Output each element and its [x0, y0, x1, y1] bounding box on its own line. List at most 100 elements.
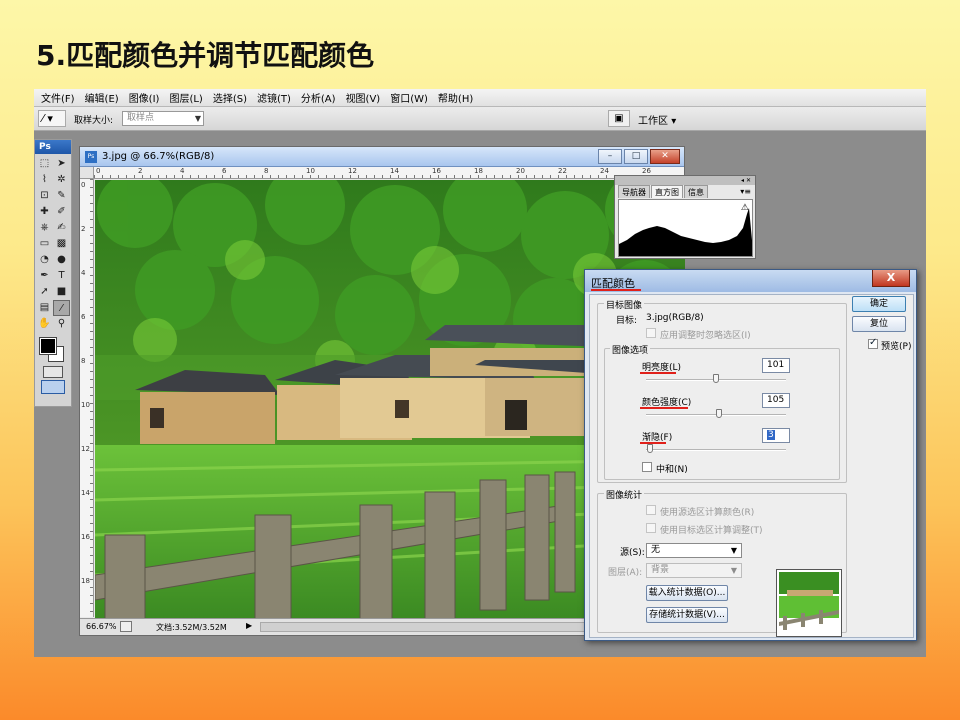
luminance-input[interactable]: 101: [762, 358, 790, 373]
quick-mask-button[interactable]: [43, 366, 63, 378]
status-menu-arrow-icon[interactable]: ▶: [246, 621, 252, 630]
ruler-origin[interactable]: [80, 167, 94, 179]
eyedropper-icon: ⁄: [42, 112, 44, 125]
luminance-slider-thumb[interactable]: [713, 374, 719, 383]
document-titlebar[interactable]: Ps 3.jpg @ 66.7%(RGB/8) – □ ✕: [80, 147, 684, 167]
menu-item-4[interactable]: 选择(S): [208, 90, 252, 105]
warning-icon[interactable]: ⚠: [741, 203, 749, 213]
ignore-selection-label: 应用调整时忽略选区(I): [660, 331, 751, 341]
layer-select[interactable]: 背景 ▼: [646, 563, 742, 578]
ruler-h-label: 4: [180, 167, 185, 175]
tool-preset-picker[interactable]: ⁄ ▾: [38, 110, 66, 127]
image-statistics-heading: 图像统计: [604, 488, 645, 501]
minimize-button[interactable]: –: [598, 149, 622, 164]
notes-icon[interactable]: ▤: [36, 300, 53, 316]
slide-title: 5.匹配颜色并调节匹配颜色: [36, 39, 375, 72]
use-source-selection-checkbox[interactable]: [646, 505, 656, 515]
reset-button[interactable]: 复位: [852, 316, 906, 332]
thumbnail-image: [777, 570, 841, 636]
crop-icon[interactable]: ⊡: [36, 188, 53, 204]
panel-menu-icon[interactable]: ▾≡: [740, 187, 751, 196]
preview-checkbox[interactable]: [868, 337, 878, 349]
panel-tab-0[interactable]: 导航器: [618, 185, 650, 198]
maximize-button[interactable]: □: [624, 149, 648, 164]
brush-icon[interactable]: ✐: [53, 204, 70, 220]
ruler-v-label: 2: [81, 225, 86, 233]
stamp-icon[interactable]: ⎈: [36, 220, 53, 236]
tool-grid: ⬚ ➤ ⌇ ✲ ⊡ ✎ ✚ ✐ ⎈ ✍ ▭ ▩ ◔ ● ✒ T ➚ ■ ▤ ⁄ ✋ ⚲: [35, 154, 71, 334]
target-label: 目标:: [616, 316, 638, 326]
luminance-red-underline: [640, 372, 676, 374]
menu-item-1[interactable]: 编辑(E): [80, 90, 124, 105]
intensity-slider-thumb[interactable]: [715, 409, 722, 418]
match-color-dialog: 匹配颜色 X 目标图像 目标: 3.jpg(RGB/8) 应用调整时忽略选区(I…: [584, 269, 917, 641]
menu-item-8[interactable]: 窗口(W): [385, 90, 433, 105]
zoom-level[interactable]: 66.67%: [86, 622, 117, 631]
menu-item-3[interactable]: 图层(L): [164, 90, 207, 105]
panel-tab-1[interactable]: 直方图: [651, 185, 683, 198]
sample-size-select[interactable]: 取样点 ▼: [122, 111, 204, 126]
history-brush-icon[interactable]: ✍: [53, 220, 70, 236]
toolbox: Ps ⬚ ➤ ⌇ ✲ ⊡ ✎ ✚ ✐ ⎈ ✍ ▭ ▩ ◔ ● ✒ T ➚ ■ ▤ ⁄ ✋ ⚲: [34, 139, 72, 407]
close-button[interactable]: ✕: [650, 149, 680, 164]
dodge-icon[interactable]: ●: [53, 252, 70, 268]
eraser-icon[interactable]: ▭: [36, 236, 53, 252]
menu-item-0[interactable]: 文件(F): [36, 90, 80, 105]
source-value: 无: [651, 545, 661, 555]
menu-item-5[interactable]: 滤镜(T): [252, 90, 296, 105]
load-statistics-button[interactable]: 载入统计数据(O)...: [646, 585, 728, 601]
source-thumbnail: [776, 569, 842, 637]
menu-item-6[interactable]: 分析(A): [296, 90, 341, 105]
screen-mode-button[interactable]: [41, 380, 65, 394]
save-statistics-button[interactable]: 存储统计数据(V)...: [646, 607, 728, 623]
type-icon[interactable]: T: [53, 268, 70, 284]
zoom-icon[interactable]: ⚲: [53, 316, 70, 332]
hand-icon[interactable]: ✋: [36, 316, 53, 332]
target-value: 3.jpg(RGB/8): [646, 313, 704, 323]
horizontal-ruler[interactable]: 0 2 4 6 8 10 12 14 16 18 20 22 24 26: [94, 167, 684, 179]
ignore-selection-checkbox[interactable]: [646, 328, 656, 338]
foreground-color-swatch[interactable]: [39, 337, 57, 355]
dialog-titlebar[interactable]: 匹配颜色 X: [585, 270, 916, 292]
dialog-body: 目标图像 目标: 3.jpg(RGB/8) 应用调整时忽略选区(I) 图像选项 …: [589, 294, 914, 638]
shape-icon[interactable]: ■: [53, 284, 70, 300]
magic-wand-icon[interactable]: ✲: [53, 172, 70, 188]
intensity-input[interactable]: 105: [762, 393, 790, 408]
sample-size-label: 取样大小:: [74, 116, 114, 126]
slice-icon[interactable]: ✎: [53, 188, 70, 204]
path-select-icon[interactable]: ➚: [36, 284, 53, 300]
gradient-icon[interactable]: ▩: [53, 236, 70, 252]
ruler-h-label: 14: [390, 167, 399, 175]
palette-well-button[interactable]: ▣: [608, 110, 630, 127]
ok-button[interactable]: 确定: [852, 296, 906, 312]
panel-tab-2[interactable]: 信息: [684, 185, 708, 198]
fade-slider-thumb[interactable]: [647, 444, 654, 453]
vertical-ruler[interactable]: 0 2 4 6 8 10 12 14 16 18: [80, 179, 94, 617]
pen-icon[interactable]: ✒: [36, 268, 53, 284]
menu-item-9[interactable]: 帮助(H): [433, 90, 478, 105]
move-icon[interactable]: ➤: [53, 156, 70, 172]
menu-item-7[interactable]: 视图(V): [341, 90, 386, 105]
use-target-selection-checkbox[interactable]: [646, 523, 656, 533]
ruler-v-label: 4: [81, 269, 86, 277]
dialog-close-button[interactable]: X: [872, 270, 910, 287]
status-info-icon[interactable]: [120, 621, 132, 632]
healing-icon[interactable]: ✚: [36, 204, 53, 220]
marquee-icon[interactable]: ⬚: [36, 156, 53, 172]
chevron-down-icon: ▼: [730, 566, 737, 575]
fade-input[interactable]: 3: [762, 428, 790, 443]
ruler-v-label: 6: [81, 313, 86, 321]
panel-collapse-bar[interactable]: ◂ ✕: [615, 176, 755, 185]
panel-tabs: 导航器 直方图 信息: [618, 185, 709, 199]
fade-slider-track[interactable]: [646, 449, 786, 451]
fade-red-underline: [640, 442, 666, 444]
lasso-icon[interactable]: ⌇: [36, 172, 53, 188]
workspace-menu[interactable]: 工作区 ▾: [632, 111, 682, 128]
eyedropper-icon[interactable]: ⁄: [53, 300, 70, 316]
neutralize-checkbox[interactable]: [642, 462, 652, 472]
source-select[interactable]: 无 ▼: [646, 543, 742, 558]
blur-icon[interactable]: ◔: [36, 252, 53, 268]
menu-item-2[interactable]: 图像(I): [124, 90, 165, 105]
preview-label: 预览(P): [881, 342, 912, 352]
histogram-curve: [619, 208, 752, 256]
